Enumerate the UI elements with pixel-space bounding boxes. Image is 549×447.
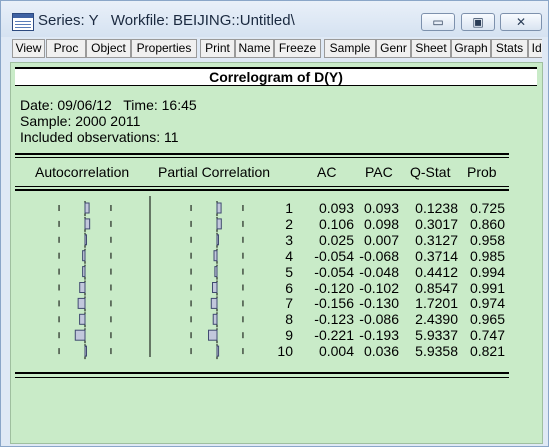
ac-bar xyxy=(84,234,87,246)
cell-prob: 0.965 xyxy=(469,311,505,328)
cell-pac: -0.068 xyxy=(359,247,399,264)
cell-lag: 9 xyxy=(285,327,293,344)
cell-ac: -0.221 xyxy=(314,327,354,344)
cell-lag: 10 xyxy=(277,343,293,360)
pac-bar xyxy=(210,297,218,309)
cell-pac: -0.193 xyxy=(359,327,399,344)
cell-ac: -0.054 xyxy=(314,263,354,280)
ac-bar xyxy=(79,313,86,325)
cell-prob: 0.985 xyxy=(469,247,505,264)
pac-bar xyxy=(213,250,218,262)
series-window: Series: Y Workfile: BEIJING::Untitled\ ▭… xyxy=(0,0,549,447)
genr-button[interactable]: Genr xyxy=(376,39,411,58)
cell-prob: 0.958 xyxy=(469,231,505,248)
name-button[interactable]: Name xyxy=(235,39,274,58)
pac-bar xyxy=(216,234,219,246)
cell-prob: 0.974 xyxy=(469,295,505,312)
title-bar[interactable]: Series: Y Workfile: BEIJING::Untitled\ ▭… xyxy=(1,1,548,37)
cell-ac: 0.004 xyxy=(318,343,354,360)
cell-q: 2.4390 xyxy=(415,311,458,328)
pac-bar xyxy=(216,218,222,230)
footer-rule xyxy=(15,372,509,374)
cell-ac: 0.093 xyxy=(318,200,354,216)
cell-q: 0.3017 xyxy=(415,215,458,232)
cell-ac: -0.156 xyxy=(314,295,354,312)
correlogram-view: Correlogram of D(Y) Date: 09/06/12 Time:… xyxy=(10,62,543,444)
cell-q: 0.3127 xyxy=(415,231,458,248)
cell-prob: 0.725 xyxy=(469,200,505,216)
ac-bar xyxy=(82,266,86,278)
ac-bar xyxy=(77,297,86,309)
cell-lag: 3 xyxy=(285,231,293,248)
view-button[interactable]: View xyxy=(12,39,45,58)
cell-pac: -0.086 xyxy=(359,311,399,328)
freeze-button[interactable]: Freeze xyxy=(274,39,321,58)
cell-pac: 0.007 xyxy=(363,231,399,248)
cell-q: 0.1238 xyxy=(415,200,458,216)
proc-button[interactable]: Proc xyxy=(46,39,86,58)
stats-button[interactable]: Stats xyxy=(491,39,528,58)
minimize-icon: ▭ xyxy=(432,15,444,29)
object-button[interactable]: Object xyxy=(86,39,131,58)
toolbar: View Proc Object Properties Print Name F… xyxy=(10,39,542,59)
cell-prob: 0.991 xyxy=(469,279,505,296)
cell-q: 5.9337 xyxy=(415,327,458,344)
cell-q: 1.7201 xyxy=(415,295,458,312)
pac-bar xyxy=(216,345,220,357)
cell-prob: 0.994 xyxy=(469,263,505,280)
ac-bar xyxy=(74,329,86,341)
cell-pac: 0.093 xyxy=(363,200,399,216)
cell-lag: 2 xyxy=(285,215,293,232)
properties-button[interactable]: Properties xyxy=(131,39,197,58)
minimize-button[interactable]: ▭ xyxy=(421,13,455,31)
pac-bar xyxy=(216,202,222,214)
cell-pac: 0.098 xyxy=(363,215,399,232)
ac-bar xyxy=(84,218,91,230)
pac-bar xyxy=(212,282,218,293)
ac-bar xyxy=(84,202,90,214)
pac-bar xyxy=(214,266,218,278)
print-button[interactable]: Print xyxy=(200,39,235,58)
cell-pac: -0.048 xyxy=(359,263,399,280)
cell-ac: -0.054 xyxy=(314,247,354,264)
cell-lag: 8 xyxy=(285,311,293,328)
cell-pac: -0.130 xyxy=(359,295,399,312)
window-title: Series: Y Workfile: BEIJING::Untitled\ xyxy=(38,12,295,29)
cell-lag: 4 xyxy=(285,247,293,264)
ac-bar xyxy=(79,282,86,293)
footer-rule-thin xyxy=(15,377,509,378)
maximize-icon: ▣ xyxy=(472,15,484,29)
cell-lag: 1 xyxy=(285,200,293,216)
cell-lag: 7 xyxy=(285,295,293,312)
close-icon: ✕ xyxy=(515,15,527,29)
cell-q: 0.4412 xyxy=(415,263,458,280)
maximize-button[interactable]: ▣ xyxy=(461,13,495,31)
cell-ac: -0.123 xyxy=(314,311,354,328)
graph-button[interactable]: Graph xyxy=(451,39,491,58)
cell-pac: -0.102 xyxy=(359,279,399,296)
cell-q: 5.9358 xyxy=(415,343,458,360)
sample-button[interactable]: Sample xyxy=(324,39,376,58)
ident-button[interactable]: Ider xyxy=(528,39,542,58)
cell-ac: 0.025 xyxy=(318,231,354,248)
cell-pac: 0.036 xyxy=(363,343,399,360)
cell-ac: -0.120 xyxy=(314,279,354,296)
cell-ac: 0.106 xyxy=(318,215,354,232)
pac-bar xyxy=(212,313,218,325)
cell-prob: 0.747 xyxy=(469,327,505,344)
spreadsheet-icon xyxy=(12,13,34,31)
cell-prob: 0.821 xyxy=(469,343,505,360)
cell-lag: 6 xyxy=(285,279,293,296)
cell-q: 0.3714 xyxy=(415,247,458,264)
pac-bar xyxy=(208,329,218,341)
cell-q: 0.8547 xyxy=(415,279,458,296)
close-button[interactable]: ✕ xyxy=(500,13,542,31)
cell-prob: 0.860 xyxy=(469,215,505,232)
cell-lag: 5 xyxy=(285,263,293,280)
ac-bar xyxy=(84,345,87,357)
sheet-button[interactable]: Sheet xyxy=(411,39,451,58)
ac-bar xyxy=(82,250,86,262)
